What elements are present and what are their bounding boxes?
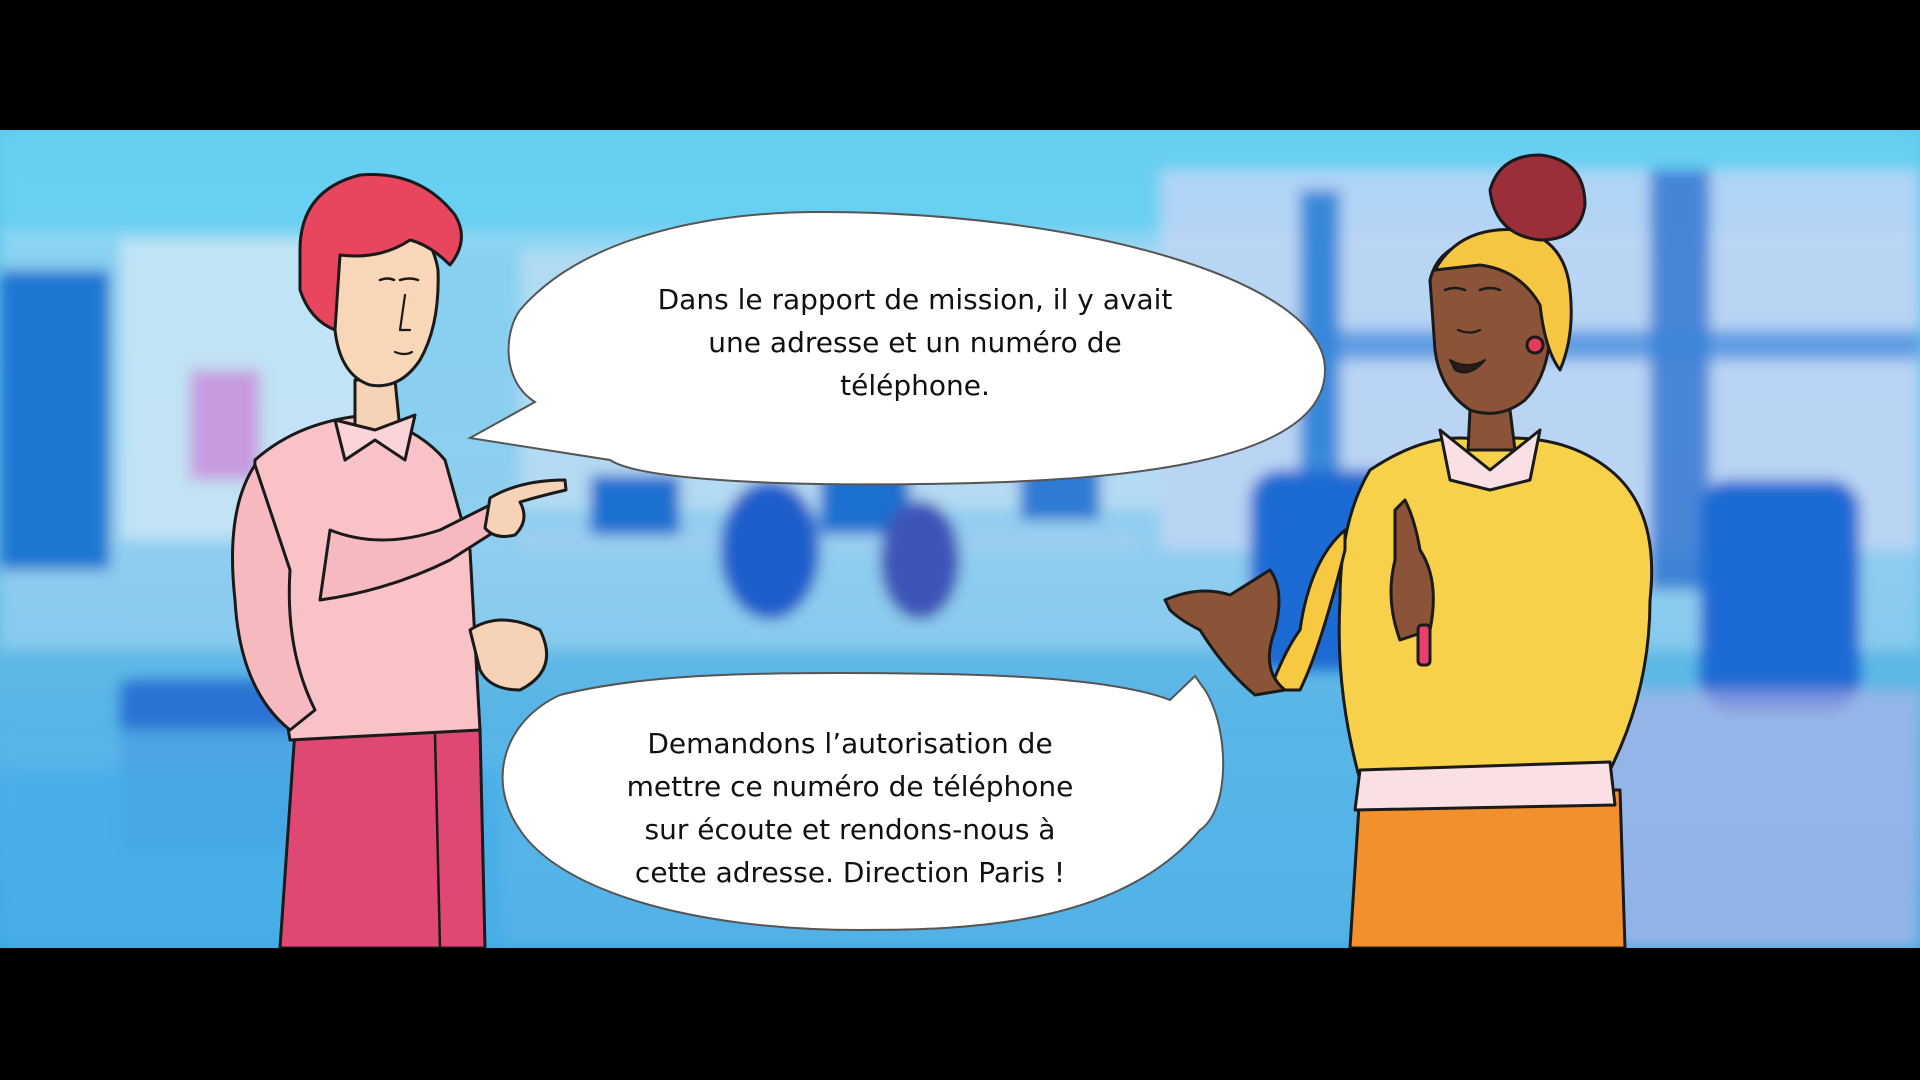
letterbox-top bbox=[0, 0, 1920, 130]
speech-bubble-top-text: Dans le rapport de mission, il y avait u… bbox=[657, 283, 1173, 402]
comic-panel: Dans le rapport de mission, il y avait u… bbox=[0, 0, 1920, 1080]
office-scene: Dans le rapport de mission, il y avait u… bbox=[0, 130, 1920, 948]
letterbox-bottom bbox=[0, 948, 1920, 1080]
speech-bubble-bottom-text: Demandons l’autorisation de mettre ce nu… bbox=[626, 727, 1074, 889]
